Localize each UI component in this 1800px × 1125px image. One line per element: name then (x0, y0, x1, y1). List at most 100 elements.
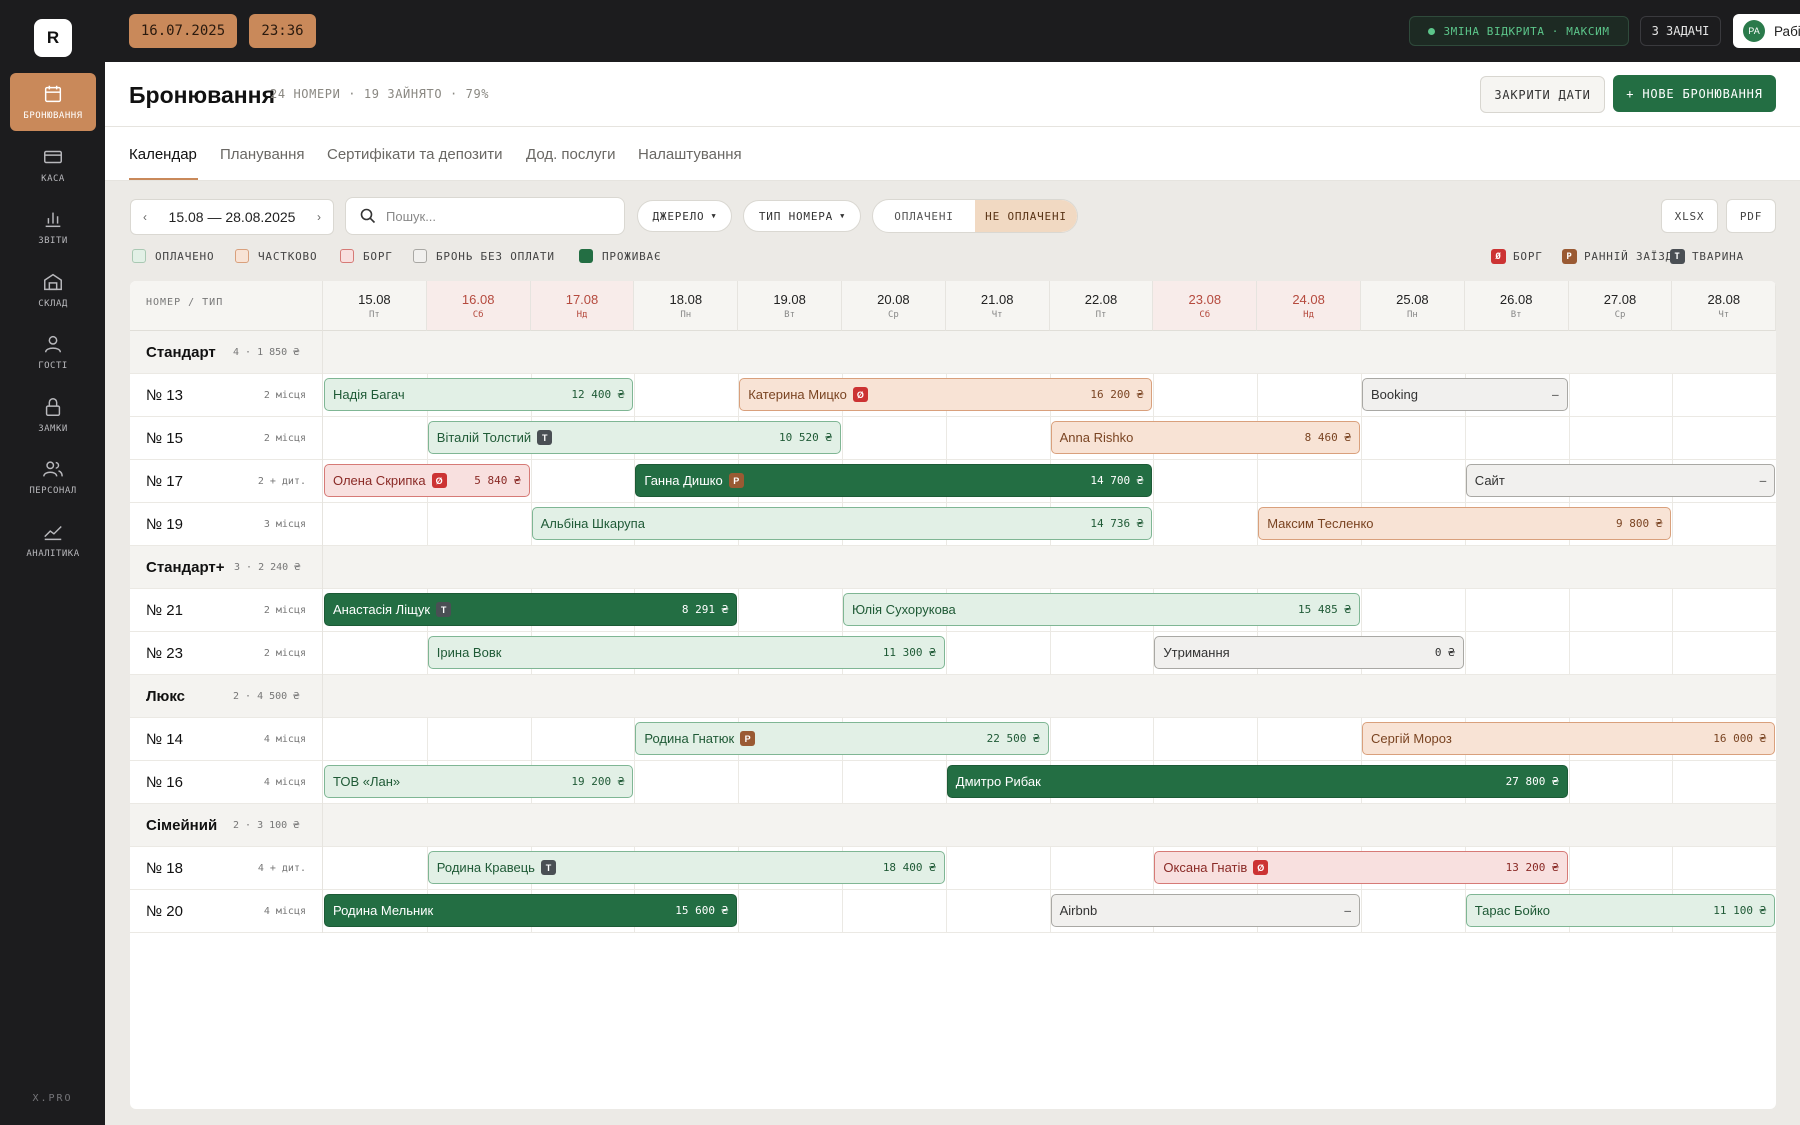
sidebar-item-7[interactable]: АНАЛІТИКА (10, 511, 96, 569)
occupancy-stats: 24 НОМЕРИ · 19 ЗАЙНЯТО · 79% (270, 87, 490, 101)
booking-bar[interactable]: Дмитро Рибак 27 800 ₴ (946, 765, 1568, 798)
booking-bar[interactable]: Оксана Гнатів Ø 13 200 ₴ (1154, 851, 1568, 884)
shift-label: ЗМІНА ВІДКРИТА · МАКСИМ (1443, 24, 1610, 38)
booking-bar[interactable]: Анастасія Ліщук Т 8 291 ₴ (324, 593, 738, 626)
sidebar-item-4[interactable]: ГОСТІ (10, 323, 96, 381)
day-date: 16.08 (461, 291, 495, 307)
room-capacity: 2 місця (263, 390, 306, 401)
sidebar-item-0[interactable]: БРОНЮВАННЯ (10, 73, 96, 131)
booking-bar[interactable]: Надія Багач 12 400 ₴ (324, 378, 634, 411)
booking-bar[interactable]: Родина Кравець Т 18 400 ₴ (427, 851, 945, 884)
shift-status[interactable]: ЗМІНА ВІДКРИТА · МАКСИМ (1409, 16, 1629, 46)
booking-bar[interactable]: Сайт – (1465, 464, 1776, 497)
row-label: № 15 2 місця (130, 417, 323, 460)
source-filter[interactable]: ДЖЕРЕЛО ▼ (637, 200, 732, 232)
sidebar-item-1[interactable]: КАСА (10, 136, 96, 194)
animal-flag-icon: Т (537, 430, 553, 445)
booking-price: 11 100 ₴ (1713, 904, 1767, 917)
calendar-icon (42, 83, 64, 111)
paid-toggle[interactable]: ОПЛАЧЕНІ (873, 200, 975, 232)
tab-planning[interactable]: Планування (220, 146, 305, 163)
booking-guest: Ганна Дишко Р (644, 473, 744, 488)
room-capacity: 4 місця (263, 906, 306, 917)
new-booking-button[interactable]: + НОВЕ БРОНЮВАННЯ (1613, 75, 1776, 112)
search-input[interactable]: Пошук... (345, 197, 625, 235)
room-row: № 16 4 місця ТОВ «Лан» 19 200 ₴ Дмитро Рибак… (130, 761, 1776, 804)
tab-calendar[interactable]: Календар (129, 146, 197, 163)
sidebar-item-5[interactable]: ЗАМКИ (10, 386, 96, 444)
booking-bar[interactable]: Ганна Дишко Р 14 700 ₴ (635, 464, 1153, 497)
sidebar-item-6[interactable]: ПЕРСОНАЛ (10, 448, 96, 506)
booking-bar[interactable]: Anna Rishko 8 460 ₴ (1050, 421, 1360, 454)
booking-bar[interactable]: Олена Скрипка Ø 5 840 ₴ (324, 464, 530, 497)
guest-name: Оксана Гнатів (1163, 860, 1248, 875)
guest-name: Олена Скрипка (333, 473, 426, 488)
booking-price: 22 500 ₴ (986, 732, 1040, 745)
date-range-picker[interactable]: ‹ 15.08 — 28.08.2025 › (130, 199, 334, 235)
guest-name: Дмитро Рибак (955, 774, 1041, 789)
cash-icon (42, 146, 64, 174)
sidebar-item-label: СКЛАД (38, 298, 68, 309)
booking-bar[interactable]: Максим Тесленко 9 800 ₴ (1258, 507, 1672, 540)
app-logo[interactable]: R (34, 19, 72, 57)
room-row: № 14 4 місця Родина Гнатюк Р 22 500 ₴ Сергій … (130, 718, 1776, 761)
booking-price: 10 520 ₴ (779, 431, 832, 444)
room-capacity: 3 місця (263, 519, 306, 530)
booking-price: 27 800 ₴ (1505, 775, 1559, 788)
day-weekday: Чт (991, 309, 1003, 320)
tab-extra-services[interactable]: Дод. послуги (526, 146, 616, 163)
sidebar-item-2[interactable]: ЗВІТИ (10, 198, 96, 256)
swatch-paid (132, 249, 146, 263)
room-type-filter[interactable]: ТИП НОМЕРА ▼ (743, 200, 861, 232)
export-xlsx-button[interactable]: XLSX (1661, 199, 1718, 233)
day-weekday: Пт (1095, 309, 1107, 320)
booking-bar[interactable]: Сергій Мороз 16 000 ₴ (1362, 722, 1776, 755)
booking-bar[interactable]: Родина Гнатюк Р 22 500 ₴ (635, 722, 1049, 755)
day-header: 25.08 Пн (1361, 281, 1465, 331)
chevron-left-icon[interactable]: ‹ (143, 210, 147, 224)
booking-bar[interactable]: Юлія Сухорукова 15 485 ₴ (843, 593, 1360, 626)
legend-unpaid: БРОНЬ БЕЗ ОПЛАТИ (413, 249, 555, 263)
guest-name: Airbnb (1059, 903, 1098, 918)
booking-bar[interactable]: Родина Мельник 15 600 ₴ (324, 894, 738, 927)
booking-bar[interactable]: Booking – (1362, 378, 1568, 411)
source-filter-label: ДЖЕРЕЛО (652, 209, 705, 223)
guest-name: Сайт (1474, 473, 1505, 488)
unpaid-toggle[interactable]: НЕ ОПЛАЧЕНІ (975, 200, 1077, 232)
guest-name: Альбіна Шкарупа (540, 516, 645, 531)
room-row: № 20 4 місця Родина Мельник 15 600 ₴ Airbnb –… (130, 890, 1776, 933)
user-menu[interactable]: РА Рабінович А. В. (1733, 14, 1800, 48)
booking-bar[interactable]: Катерина Мицко Ø 16 200 ₴ (739, 378, 1153, 411)
tasks-button[interactable]: 3 ЗАДАЧІ (1640, 16, 1721, 46)
tab-certificates[interactable]: Сертифікати та депозити (327, 146, 503, 163)
sidebar-item-label: ЗАМКИ (38, 423, 68, 434)
day-header: 22.08 Пт (1049, 281, 1154, 331)
guest-name: Максим Тесленко (1267, 516, 1374, 531)
chevron-right-icon[interactable]: › (317, 210, 321, 224)
sidebar-item-3[interactable]: СКЛАД (10, 261, 96, 319)
booking-bar[interactable]: ТОВ «Лан» 19 200 ₴ (324, 765, 634, 798)
booking-bar[interactable]: Airbnb – (1050, 894, 1360, 927)
close-dates-button[interactable]: ЗАКРИТИ ДАТИ (1480, 76, 1605, 113)
guest-name: Катерина Мицко (748, 387, 847, 402)
booking-bar[interactable]: Ірина Вовк 11 300 ₴ (427, 636, 945, 669)
room-group-row: Сімейний 2 · 3 100 ₴ (130, 804, 1776, 847)
booking-guest: Катерина Мицко Ø (748, 387, 868, 402)
current-time: 23:36 (249, 14, 316, 48)
export-pdf-button[interactable]: PDF (1726, 199, 1776, 233)
status-dot-icon (1428, 27, 1436, 35)
group-name: Сімейний (146, 817, 218, 834)
room-number: № 18 (146, 860, 183, 877)
row-label: Сімейний 2 · 3 100 ₴ (130, 804, 323, 847)
sidebar-item-label: ПЕРСОНАЛ (29, 486, 77, 496)
booking-bar[interactable]: Утримання 0 ₴ (1154, 636, 1464, 669)
tab-settings[interactable]: Налаштування (638, 146, 742, 163)
day-date: 24.08 (1292, 291, 1325, 307)
main-panel: Бронювання 24 НОМЕРИ · 19 ЗАЙНЯТО · 79% … (105, 62, 1800, 1125)
room-group-row: Люкс 2 · 4 500 ₴ (130, 675, 1776, 718)
booking-price: – (1344, 904, 1351, 917)
group-name: Люкс (146, 688, 185, 705)
booking-bar[interactable]: Альбіна Шкарупа 14 736 ₴ (531, 507, 1153, 540)
booking-bar[interactable]: Віталій Толстий Т 10 520 ₴ (427, 421, 841, 454)
booking-bar[interactable]: Тарас Бойко 11 100 ₴ (1465, 894, 1776, 927)
